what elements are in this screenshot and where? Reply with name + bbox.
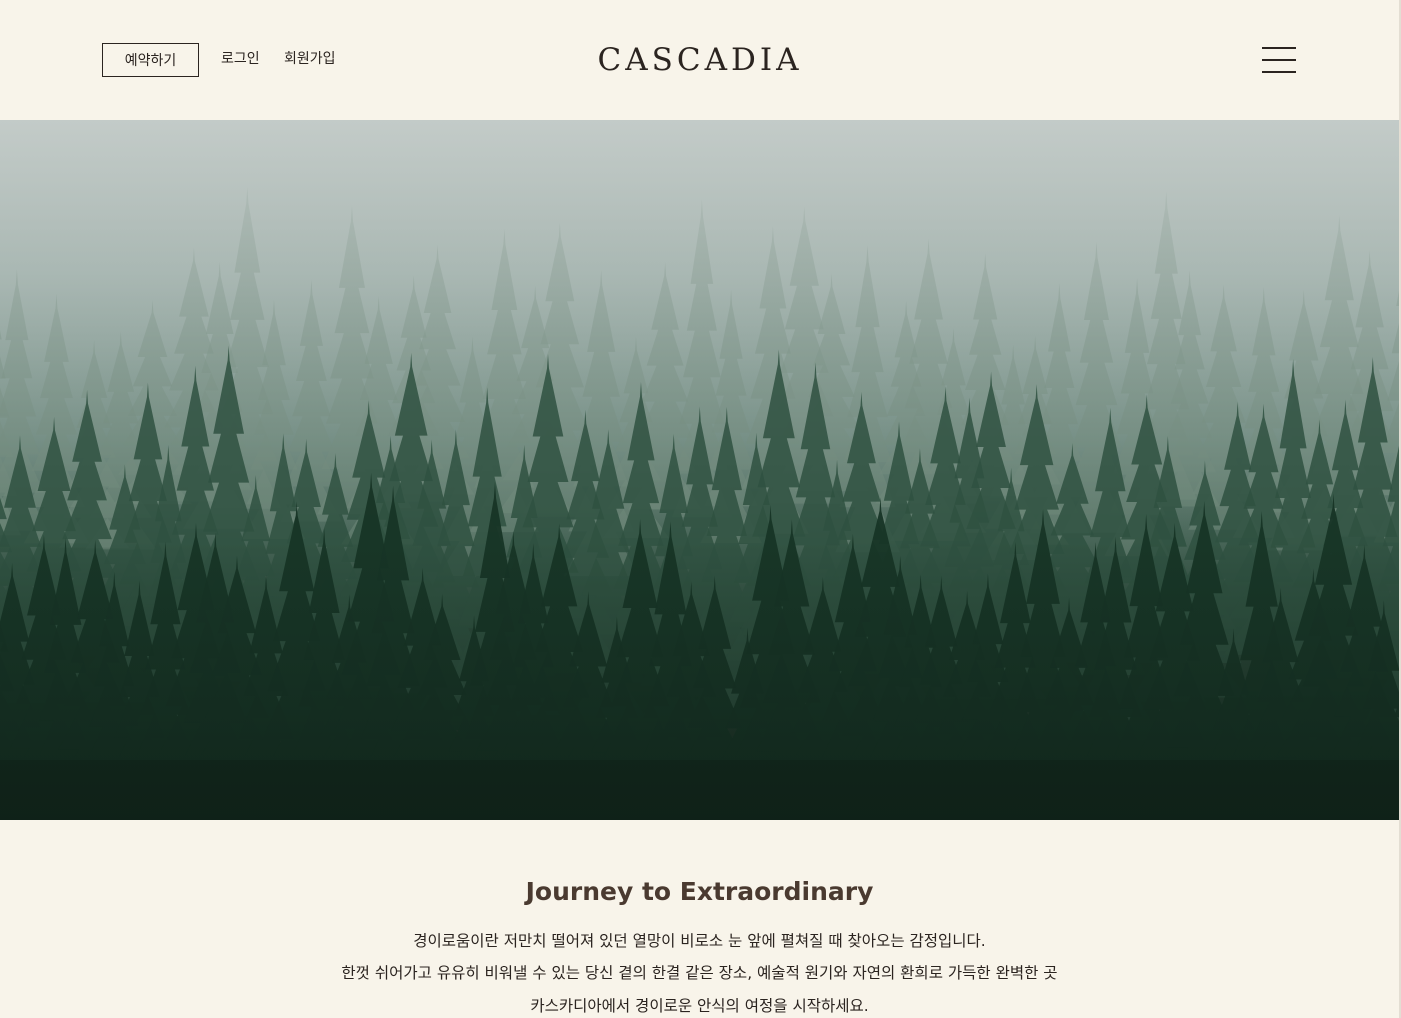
site-header: 예약하기 로그인 회원가입 CASCADIA (0, 0, 1399, 120)
menu-line (1262, 71, 1296, 73)
signup-link[interactable]: 회원가입 (284, 49, 336, 69)
menu-line (1262, 47, 1296, 49)
intro-text-line: 한껏 쉬어가고 유유히 비워낼 수 있는 당신 곁의 한결 같은 장소, 예술적… (341, 964, 1058, 982)
login-link[interactable]: 로그인 (221, 49, 260, 69)
intro-text-line: 경이로움이란 저만치 떨어져 있던 열망이 비로소 눈 앞에 펼쳐질 때 찾아오… (413, 932, 986, 950)
menu-line (1262, 59, 1296, 61)
hero-forest-image (0, 120, 1399, 820)
site-logo[interactable]: CASCADIA (560, 38, 840, 82)
intro-text-line: 카스카디아에서 경이로운 안식의 여정을 시작하세요. (530, 997, 869, 1015)
forest-illustration (0, 120, 1399, 820)
hamburger-menu-icon[interactable] (1260, 44, 1298, 76)
intro-title: Journey to Extraordinary (525, 877, 874, 906)
page: 예약하기 로그인 회원가입 CASCADIA Journey to Extrao… (0, 0, 1401, 1018)
reserve-button[interactable]: 예약하기 (102, 43, 199, 77)
